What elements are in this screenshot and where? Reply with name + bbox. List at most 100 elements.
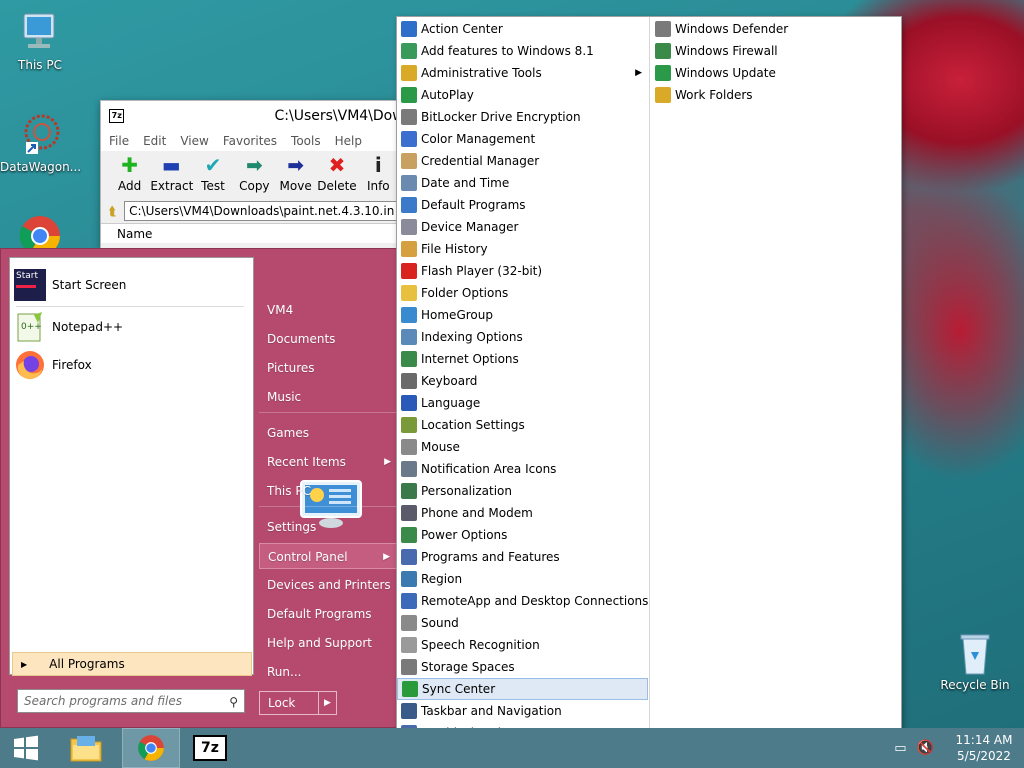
- copy-button[interactable]: ➡ Copy: [234, 151, 275, 199]
- menu-help[interactable]: Help: [335, 131, 362, 151]
- cp-item-taskbar-and-navigation[interactable]: Taskbar and Navigation: [397, 700, 648, 722]
- menu-favorites[interactable]: Favorites: [223, 131, 277, 151]
- start-right-item-games[interactable]: Games: [259, 420, 397, 446]
- cp-item-location-settings[interactable]: Location Settings: [397, 414, 648, 436]
- add-button[interactable]: ✚ Add: [109, 151, 150, 199]
- 7zip-window[interactable]: 7z C:\Users\VM4\Dow File Edit View Favor…: [100, 100, 400, 250]
- date-and-time-icon: [401, 175, 417, 191]
- start-right-item-control-panel[interactable]: Control Panel ▶: [259, 543, 397, 569]
- start-button[interactable]: [0, 728, 52, 768]
- search-icon[interactable]: ⚲: [229, 691, 238, 713]
- menu-view[interactable]: View: [180, 131, 208, 151]
- cp-item-personalization[interactable]: Personalization: [397, 480, 648, 502]
- cp-item-windows-firewall[interactable]: Windows Firewall: [651, 40, 901, 62]
- window-titlebar[interactable]: 7z C:\Users\VM4\Dow: [101, 101, 399, 131]
- chrome-button[interactable]: [122, 728, 180, 768]
- pinned-start-screen[interactable]: Start Start Screen: [14, 266, 250, 304]
- info-button[interactable]: i Info: [358, 151, 399, 199]
- cp-item-speech-recognition[interactable]: Speech Recognition: [397, 634, 648, 656]
- start-right-item-vm4[interactable]: VM4: [259, 297, 397, 323]
- pinned-firefox[interactable]: Firefox: [14, 346, 250, 384]
- cp-item-sound[interactable]: Sound: [397, 612, 648, 634]
- menu-bar: File Edit View Favorites Tools Help: [101, 131, 399, 151]
- cp-item-power-options[interactable]: Power Options: [397, 524, 648, 546]
- cp-item-programs-and-features[interactable]: Programs and Features: [397, 546, 648, 568]
- cp-item-phone-and-modem[interactable]: Phone and Modem: [397, 502, 648, 524]
- column-divider: [649, 17, 650, 767]
- region-icon: [401, 571, 417, 587]
- pinned-notepadpp[interactable]: 0++ Notepad++: [14, 308, 250, 346]
- cp-item-windows-defender[interactable]: Windows Defender: [651, 18, 901, 40]
- start-right-item-help-and-support[interactable]: Help and Support: [259, 630, 397, 656]
- taskbar: 7z ▭ 🔇 11:14 AM 5/5/2022: [0, 728, 1024, 768]
- cp-item-action-center[interactable]: Action Center: [397, 18, 648, 40]
- cp-item-mouse[interactable]: Mouse: [397, 436, 648, 458]
- network-icon[interactable]: ▭: [894, 741, 906, 756]
- personalization-icon: [401, 483, 417, 499]
- menu-file[interactable]: File: [109, 131, 129, 151]
- address-input[interactable]: C:\Users\VM4\Downloads\paint.net.4.3.10.…: [124, 201, 399, 221]
- cp-item-region[interactable]: Region: [397, 568, 648, 590]
- start-right-item-recent-items[interactable]: Recent Items ▶: [259, 449, 397, 475]
- power-options-icon: [401, 527, 417, 543]
- cp-item-homegroup[interactable]: HomeGroup: [397, 304, 648, 326]
- cp-item-work-folders[interactable]: Work Folders: [651, 84, 901, 106]
- cp-item-file-history[interactable]: File History: [397, 238, 648, 260]
- cp-item-color-management[interactable]: Color Management: [397, 128, 648, 150]
- 7zip-button[interactable]: 7z: [184, 728, 236, 768]
- address-row: ⮬ C:\Users\VM4\Downloads\paint.net.4.3.1…: [101, 199, 399, 223]
- delete-button[interactable]: ✖ Delete: [316, 151, 357, 199]
- desktop-icon-label: This PC: [18, 58, 62, 72]
- cp-item-add-features-to-windows-8-1[interactable]: Add features to Windows 8.1: [397, 40, 648, 62]
- clock[interactable]: 11:14 AM 5/5/2022: [944, 732, 1024, 764]
- file-explorer-button[interactable]: [60, 728, 112, 768]
- desktop-icon-datawagon[interactable]: DataWagon...: [0, 112, 81, 174]
- programs-and-features-icon: [401, 549, 417, 565]
- cp-item-autoplay[interactable]: AutoPlay: [397, 84, 648, 106]
- cp-item-language[interactable]: Language: [397, 392, 648, 414]
- start-right-item-music[interactable]: Music: [259, 384, 397, 410]
- cp-item-device-manager[interactable]: Device Manager: [397, 216, 648, 238]
- search-input[interactable]: Search programs and files ⚲: [17, 689, 245, 713]
- start-right-item-run[interactable]: Run...: [259, 659, 397, 685]
- copy-arrow-icon: ➡: [245, 153, 263, 177]
- cp-item-administrative-tools[interactable]: Administrative Tools ▶: [397, 62, 648, 84]
- toolbar: ✚ Add ▬ Extract ✔ Test ➡ Copy ➡ Move ✖ Delete …: [101, 151, 399, 199]
- start-right-item-documents[interactable]: Documents: [259, 326, 397, 352]
- folder-icon: [70, 736, 102, 762]
- extract-button[interactable]: ▬ Extract: [150, 151, 193, 199]
- start-right-item-settings[interactable]: Settings: [259, 514, 397, 540]
- lock-options-chevron-icon[interactable]: ▶: [318, 692, 336, 714]
- desktop-icon-recycle-bin[interactable]: Recycle Bin: [935, 630, 1015, 692]
- start-right-item-default-programs[interactable]: Default Programs: [259, 601, 397, 627]
- cp-item-sync-center[interactable]: Sync Center: [397, 678, 648, 700]
- cp-item-windows-update[interactable]: Windows Update: [651, 62, 901, 84]
- lock-button[interactable]: Lock ▶: [259, 691, 337, 715]
- cp-item-date-and-time[interactable]: Date and Time: [397, 172, 648, 194]
- menu-tools[interactable]: Tools: [291, 131, 321, 151]
- start-menu: Start Start Screen 0++ Notepad++ Firefox…: [0, 248, 398, 728]
- cp-item-notification-area-icons[interactable]: Notification Area Icons: [397, 458, 648, 480]
- cp-item-storage-spaces[interactable]: Storage Spaces: [397, 656, 648, 678]
- move-button[interactable]: ➡ Move: [275, 151, 316, 199]
- cp-item-credential-manager[interactable]: Credential Manager: [397, 150, 648, 172]
- cp-item-internet-options[interactable]: Internet Options: [397, 348, 648, 370]
- cp-item-indexing-options[interactable]: Indexing Options: [397, 326, 648, 348]
- desktop-icon-this-pc[interactable]: This PC: [0, 10, 80, 72]
- cp-item-flash-player-32-bit[interactable]: Flash Player (32-bit): [397, 260, 648, 282]
- start-right-item-this-pc[interactable]: This PC: [259, 478, 397, 504]
- cp-item-keyboard[interactable]: Keyboard: [397, 370, 648, 392]
- menu-edit[interactable]: Edit: [143, 131, 166, 151]
- up-folder-icon[interactable]: ⮬: [109, 204, 116, 219]
- column-header-name[interactable]: Name: [101, 223, 399, 243]
- test-button[interactable]: ✔ Test: [192, 151, 233, 199]
- start-right-item-pictures[interactable]: Pictures: [259, 355, 397, 381]
- cp-item-folder-options[interactable]: Folder Options: [397, 282, 648, 304]
- all-programs-button[interactable]: ▶ All Programs: [12, 652, 252, 676]
- minus-icon: ▬: [161, 153, 181, 177]
- cp-item-remoteapp-and-desktop-connections[interactable]: RemoteApp and Desktop Connections: [397, 590, 648, 612]
- cp-item-bitlocker-drive-encryption[interactable]: BitLocker Drive Encryption: [397, 106, 648, 128]
- start-right-item-devices-and-printers[interactable]: Devices and Printers: [259, 572, 397, 598]
- cp-item-default-programs[interactable]: Default Programs: [397, 194, 648, 216]
- volume-muted-icon[interactable]: 🔇: [917, 740, 934, 756]
